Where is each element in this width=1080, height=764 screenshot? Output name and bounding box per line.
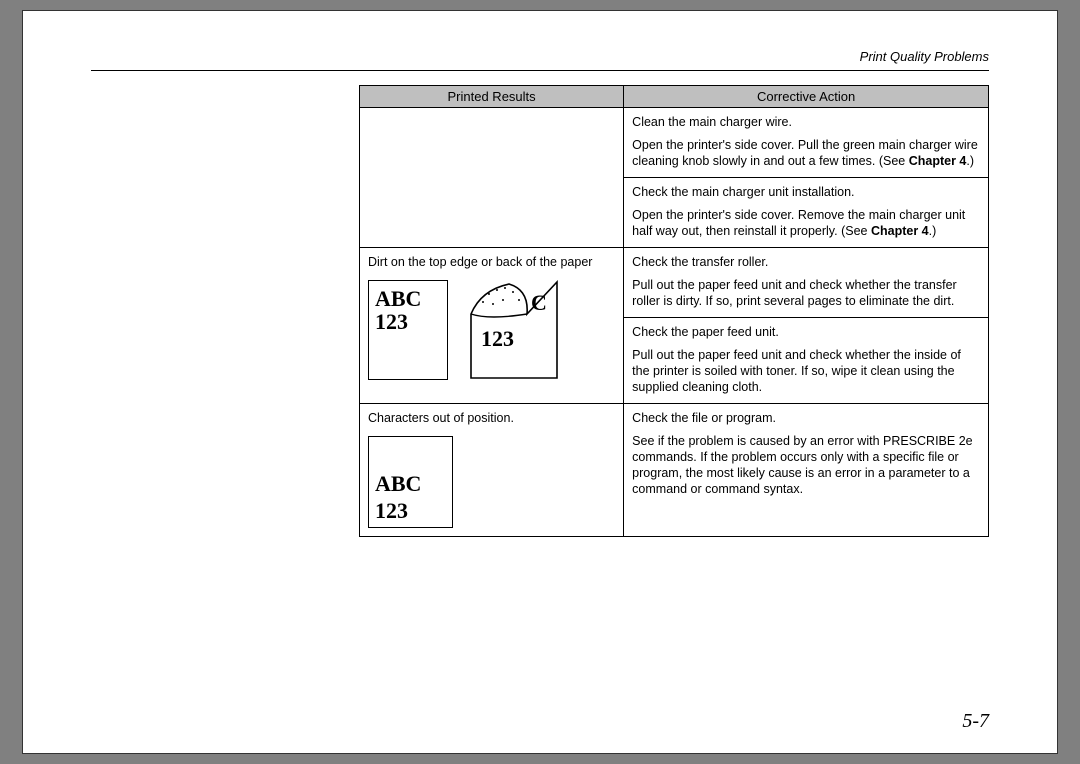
- result-text: Characters out of position.: [368, 410, 615, 426]
- viewer-background: Print Quality Problems Printed Results C…: [0, 0, 1080, 764]
- result-cell-empty: [360, 108, 624, 248]
- table-row: Clean the main charger wire. Open the pr…: [360, 108, 989, 178]
- action-text-tail: .): [966, 154, 974, 168]
- chapter-ref: Chapter 4: [871, 224, 929, 238]
- action-cell: Clean the main charger wire. Open the pr…: [624, 108, 989, 178]
- header-printed-results: Printed Results: [360, 86, 624, 108]
- action-heading: Check the paper feed unit.: [632, 324, 980, 340]
- sheet-text-123: 123: [375, 498, 408, 523]
- svg-text:C: C: [531, 290, 547, 315]
- action-cell: Check the transfer roller. Pull out the …: [624, 248, 989, 318]
- sheet-text-abc: ABC: [375, 286, 421, 311]
- sheet-back-icon: C 123: [469, 280, 559, 380]
- document-page: Print Quality Problems Printed Results C…: [22, 10, 1058, 754]
- sheet-front-icon: ABC 123: [368, 280, 448, 380]
- illustration-offset: ABC 123: [368, 436, 615, 528]
- action-body: See if the problem is caused by an error…: [632, 433, 980, 497]
- action-body: Pull out the paper feed unit and check w…: [632, 347, 980, 395]
- table-row: Characters out of position. ABC 123 Chec…: [360, 404, 989, 537]
- result-cell-dirt: Dirt on the top edge or back of the pape…: [360, 248, 624, 404]
- result-cell-chars: Characters out of position. ABC 123: [360, 404, 624, 537]
- action-heading: Check the transfer roller.: [632, 254, 980, 270]
- action-cell: Check the file or program. See if the pr…: [624, 404, 989, 537]
- page-number: 5-7: [962, 710, 989, 733]
- action-cell: Check the paper feed unit. Pull out the …: [624, 318, 989, 404]
- svg-text:123: 123: [481, 326, 514, 351]
- action-cell: Check the main charger unit installation…: [624, 178, 989, 248]
- troubleshooting-table: Printed Results Corrective Action Clean …: [359, 85, 989, 537]
- action-body: Pull out the paper feed unit and check w…: [632, 277, 980, 309]
- illustration-dirt: ABC 123 C 123: [368, 280, 615, 380]
- chapter-ref: Chapter 4: [909, 154, 967, 168]
- result-text: Dirt on the top edge or back of the pape…: [368, 254, 615, 270]
- action-heading: Check the main charger unit installation…: [632, 184, 980, 200]
- sheet-offset-icon: ABC 123: [368, 436, 453, 528]
- header-rule: [91, 70, 989, 71]
- table-row: Dirt on the top edge or back of the pape…: [360, 248, 989, 318]
- action-body: Open the printer's side cover. Pull the …: [632, 137, 980, 169]
- action-body: Open the printer's side cover. Remove th…: [632, 207, 980, 239]
- action-text-tail: .): [929, 224, 937, 238]
- sheet-text-abc: ABC: [375, 471, 421, 496]
- sheet-text-123: 123: [375, 309, 408, 334]
- section-header: Print Quality Problems: [91, 49, 989, 64]
- folded-page-svg: C 123: [469, 280, 559, 380]
- action-heading: Clean the main charger wire.: [632, 114, 980, 130]
- header-corrective-action: Corrective Action: [624, 86, 989, 108]
- action-heading: Check the file or program.: [632, 410, 980, 426]
